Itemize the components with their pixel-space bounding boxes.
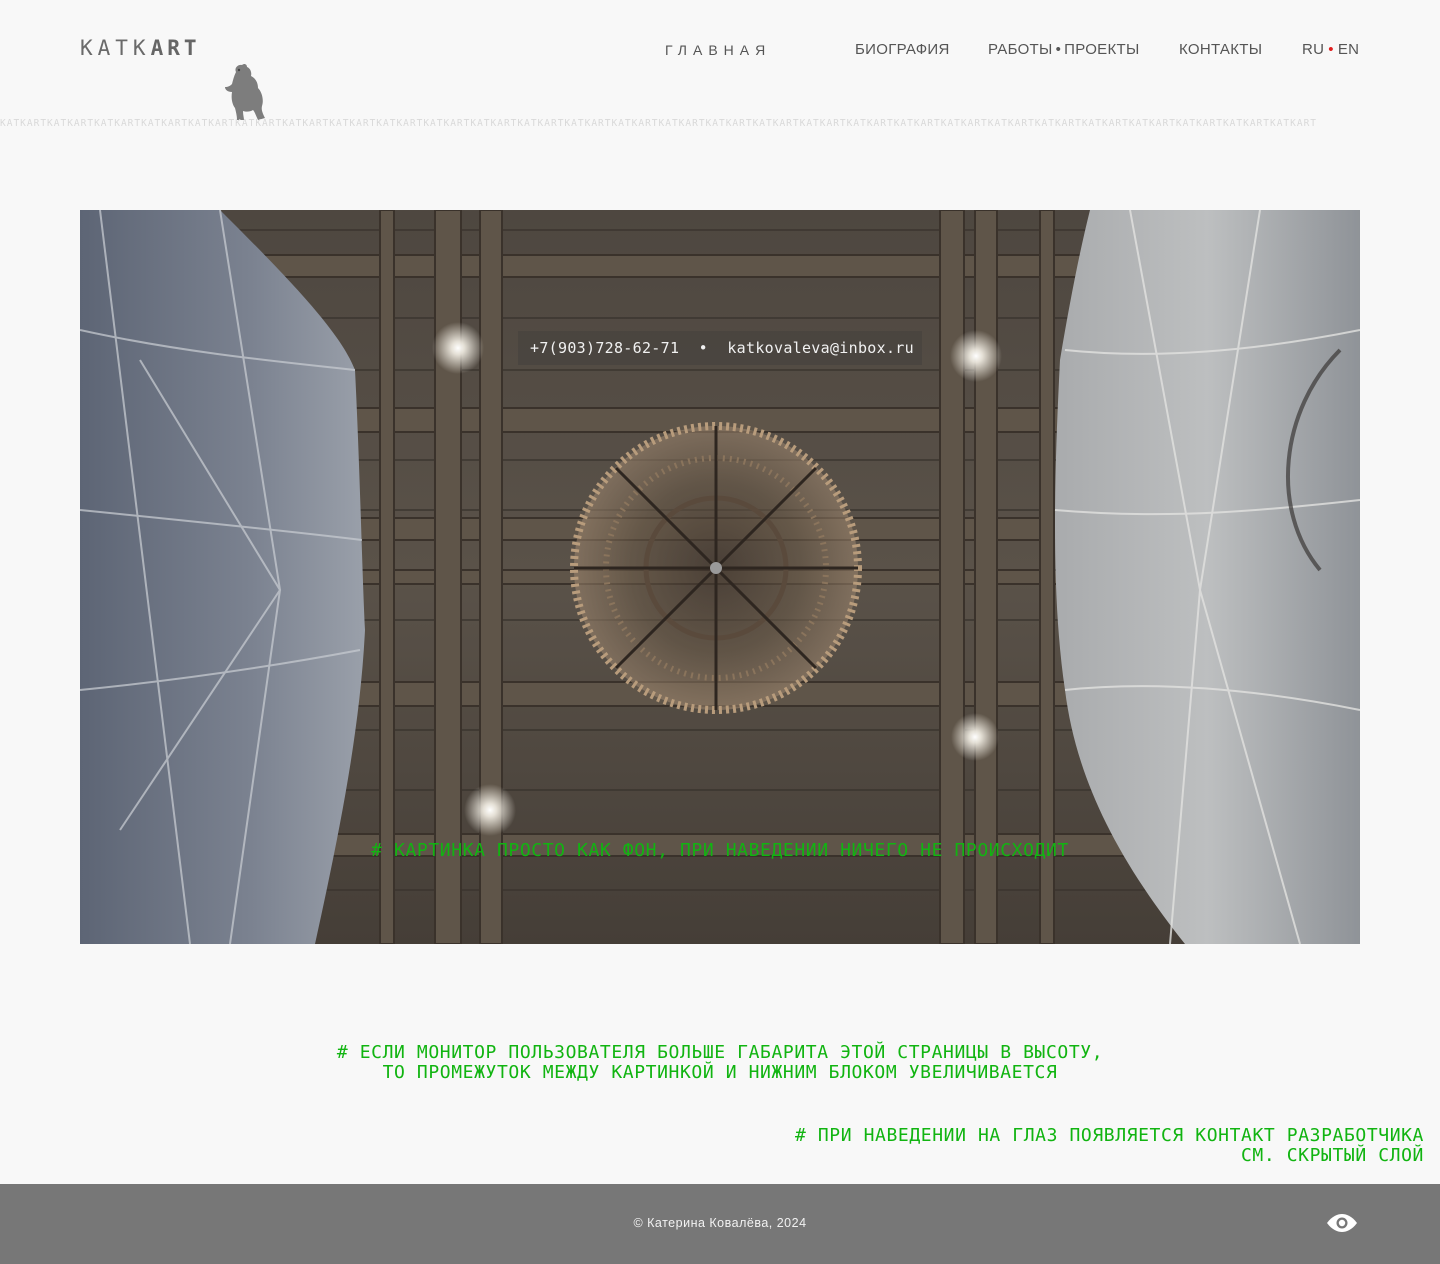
spacing-annotation: # если монитор пользователя больше габар… bbox=[0, 1043, 1440, 1083]
nav-biography[interactable]: БИОГРАФИЯ bbox=[855, 40, 950, 60]
spacing-annotation-line1: # если монитор пользователя больше габар… bbox=[336, 1042, 1104, 1063]
contact-pill: +7(903)728-62-71 • katkovaleva@inbox.ru bbox=[518, 331, 922, 365]
email-link[interactable]: katkovaleva@inbox.ru bbox=[727, 339, 914, 357]
nav-projects[interactable]: ПРОЕКТЫ bbox=[1064, 41, 1139, 58]
nav-home[interactable]: ГЛАВНАЯ bbox=[665, 40, 771, 60]
nav-works-projects: РАБОТЫ • ПРОЕКТЫ bbox=[988, 40, 1140, 60]
footer: © Катерина Ковалёва, 2024 bbox=[0, 1184, 1440, 1264]
hero-image bbox=[80, 210, 1360, 944]
spacing-annotation-line2: то промежуток между картинкой и нижним б… bbox=[382, 1062, 1058, 1083]
eye-icon[interactable] bbox=[1326, 1214, 1358, 1232]
developer-annotation-line1: # при наведении на глаз появляется конта… bbox=[794, 1125, 1424, 1146]
developer-annotation: # при наведении на глаз появляется конта… bbox=[795, 1126, 1424, 1166]
developer-annotation-line2: см. скрытый слой bbox=[1241, 1145, 1424, 1166]
logo-light-part: KATK bbox=[80, 36, 151, 60]
copyright: © Катерина Ковалёва, 2024 bbox=[633, 1216, 807, 1230]
contact-separator: • bbox=[698, 339, 708, 357]
logo-ticker: KATKARTKATKARTKATKARTKATKARTKATKARTKATKA… bbox=[0, 118, 1318, 129]
lang-separator: • bbox=[1328, 41, 1334, 58]
lang-ru[interactable]: RU bbox=[1302, 41, 1324, 58]
nav-contacts[interactable]: КОНТАКТЫ bbox=[1179, 40, 1262, 60]
nav-separator: • bbox=[1055, 41, 1062, 58]
phone-link[interactable]: +7(903)728-62-71 bbox=[530, 339, 679, 357]
bear-icon bbox=[225, 63, 265, 120]
nav-works[interactable]: РАБОТЫ bbox=[988, 41, 1053, 58]
hero-illustration bbox=[80, 210, 1360, 944]
logo-bold-part: ART bbox=[150, 36, 201, 60]
lang-en[interactable]: EN bbox=[1338, 41, 1359, 58]
language-switcher: RU • EN bbox=[1302, 40, 1359, 60]
hero-annotation: # картинка просто как фон, при наведении… bbox=[371, 840, 1069, 861]
site-logo[interactable]: KATKART bbox=[80, 36, 201, 60]
